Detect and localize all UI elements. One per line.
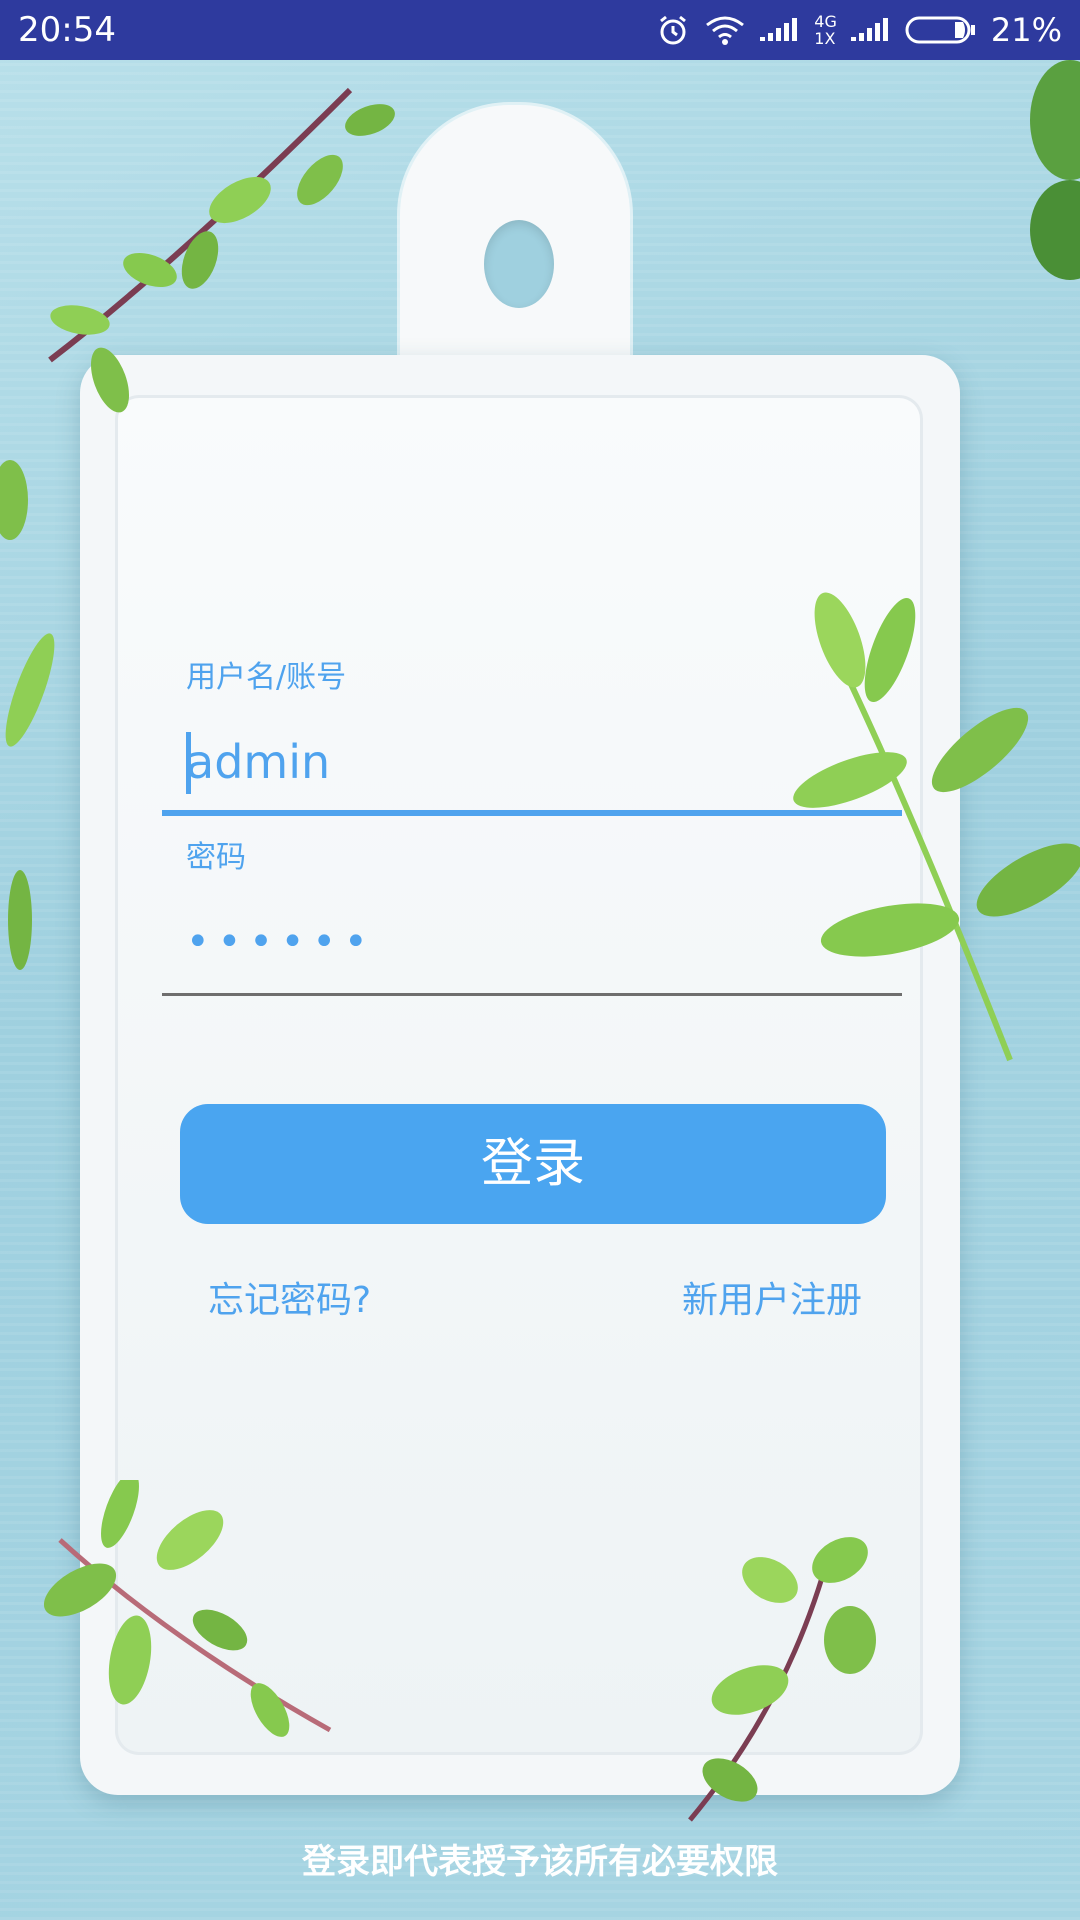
status-time: 20:54 — [18, 10, 116, 50]
username-value: admin — [186, 735, 331, 789]
mint-leaves-right-icon — [793, 592, 1080, 1062]
mint-leaves-top-right-icon — [1030, 60, 1080, 280]
cutting-board-hole — [484, 220, 554, 308]
network-type: 4G 1X — [814, 12, 837, 48]
wifi-icon — [704, 13, 746, 47]
password-input[interactable]: •••••• — [162, 888, 902, 996]
forgot-password-link[interactable]: 忘记密码? — [208, 1278, 371, 1324]
mint-leaves-top-left-icon — [48, 87, 395, 413]
login-button[interactable]: 登录 — [180, 1104, 886, 1224]
status-icons: 4G 1X 21% — [656, 8, 1062, 52]
register-link[interactable]: 新用户注册 — [682, 1278, 862, 1324]
password-label: 密码 — [186, 840, 246, 875]
authorization-note: 登录即代表授予该所有必要权限 — [302, 1842, 778, 1882]
password-value: •••••• — [186, 919, 376, 965]
text-cursor — [186, 732, 191, 794]
signal-icon — [850, 15, 891, 45]
status-bar: 20:54 4G 1X 21% — [0, 0, 1080, 60]
username-label: 用户名/账号 — [186, 660, 347, 695]
mint-leaves-left-icon — [0, 460, 55, 970]
battery-icon — [905, 15, 977, 45]
mint-leaves-bottom-left-icon — [43, 1480, 332, 1737]
battery-percent: 21% — [990, 11, 1062, 49]
username-input[interactable]: admin — [162, 712, 902, 816]
mint-leaves-bottom-right-icon — [688, 1537, 876, 1822]
signal-icon — [760, 15, 800, 45]
alarm-icon — [656, 13, 690, 47]
